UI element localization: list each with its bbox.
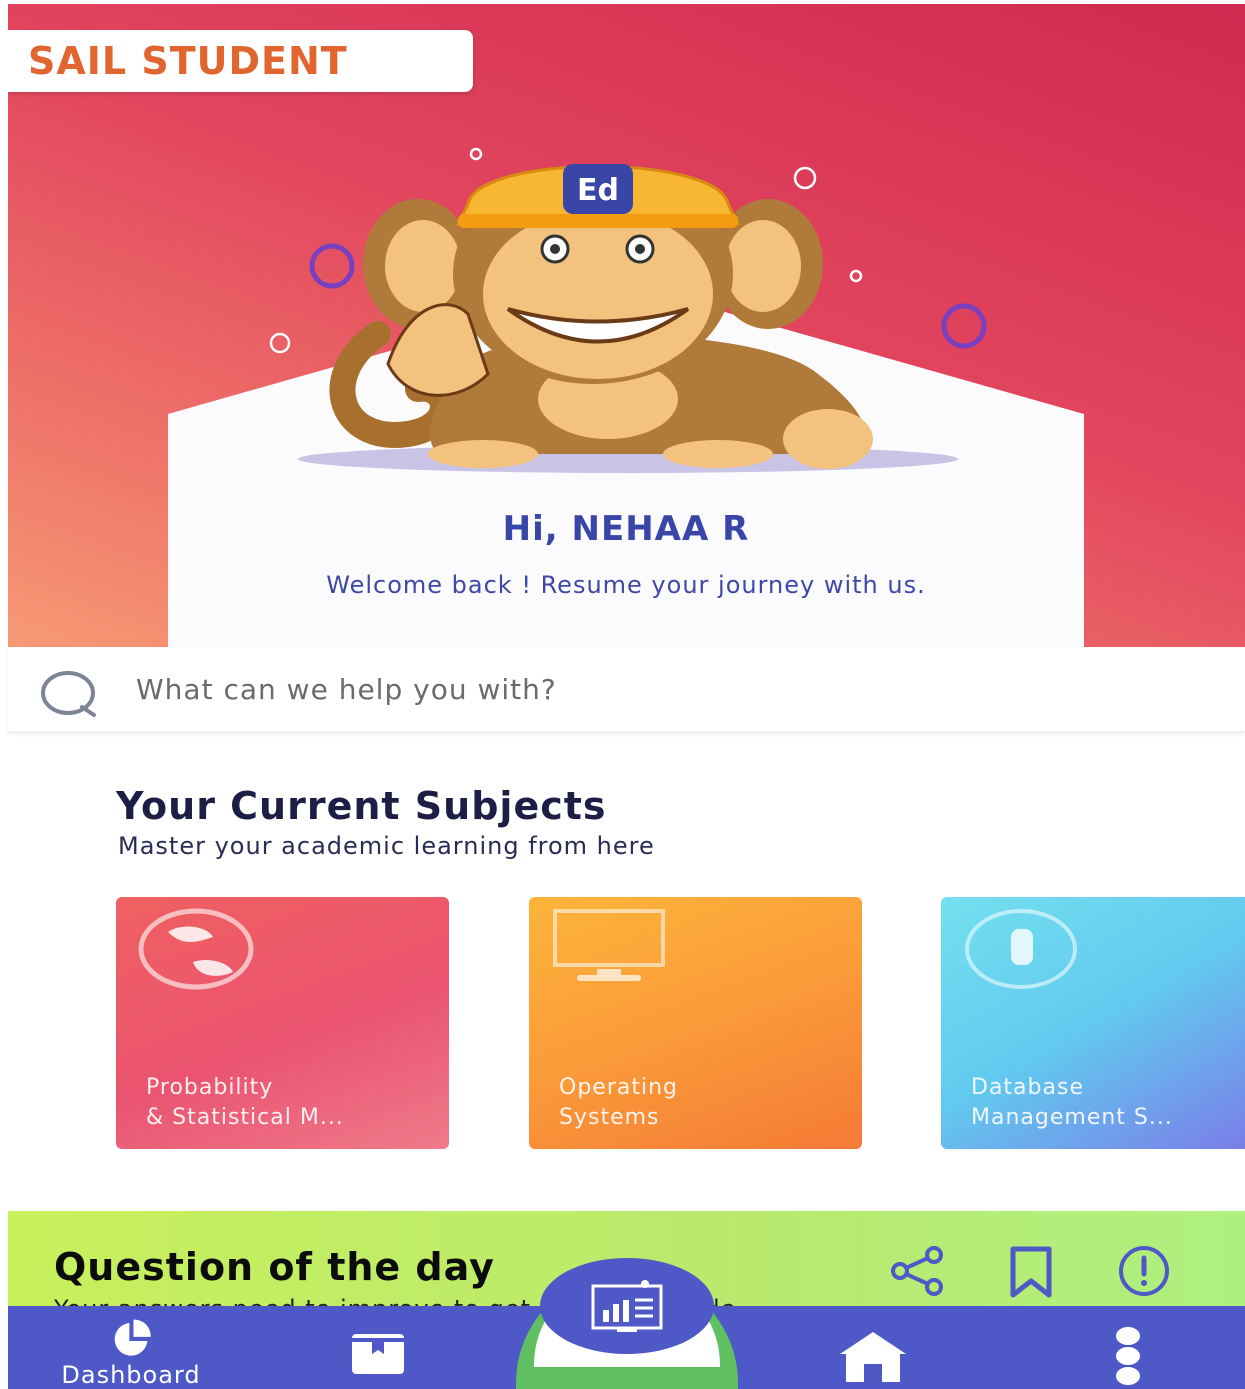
brand-badge: SAIL STUDENT [8,30,473,92]
brand-name: SAIL STUDENT [28,39,348,83]
pie-chart-icon [114,1319,151,1356]
cap-badge: Ed [577,173,619,208]
subjects-subtitle: Master your academic learning from here [118,832,655,860]
share-icon[interactable] [888,1241,948,1301]
home-icon [840,1332,906,1382]
subject-label-line2: Systems [559,1105,660,1130]
qotd-title: Question of the day [54,1245,495,1289]
analytics-button[interactable] [540,1258,714,1354]
subject-label-line1: Operating [559,1075,678,1100]
nav-item-more[interactable] [1098,1306,1158,1389]
alert-icon[interactable] [1114,1241,1174,1301]
nav-item-home[interactable] [828,1306,918,1389]
more-vertical-icon [1116,1327,1140,1385]
search-icon[interactable] [38,657,102,721]
greeting-title: Hi, NEHAA R [502,509,750,549]
subject-label-line1: Probability [146,1075,274,1100]
analytics-icon [591,1280,663,1332]
bookmark-icon[interactable] [1001,1241,1061,1301]
subject-card-database[interactable]: Database Management S... [941,897,1245,1149]
nav-item-books[interactable] [338,1306,418,1389]
greeting-subtitle: Welcome back ! Resume your journey with … [326,571,926,599]
subject-card-operating-systems[interactable]: Operating Systems [529,897,862,1149]
search-input[interactable] [134,671,1038,707]
subject-label-line1: Database [971,1075,1084,1100]
book-icon [352,1334,404,1374]
database-icon [965,909,1077,989]
search-bar[interactable] [8,647,1245,731]
globe-icon [138,908,254,990]
subject-card-probability[interactable]: Probability & Statistical M... [116,897,449,1149]
monitor-icon [553,909,665,981]
subject-label-line2: Management S... [971,1105,1173,1130]
subject-label-line2: & Statistical M... [146,1105,344,1130]
nav-label-dashboard: Dashboard [61,1361,201,1389]
nav-item-dashboard[interactable]: Dashboard [26,1306,236,1389]
hero-banner: SAIL STUDENT Ed Hi, NEHAA R Welcome back… [8,4,1245,647]
monkey-mascot-icon: Ed [298,164,958,473]
subjects-title: Your Current Subjects [116,784,607,828]
